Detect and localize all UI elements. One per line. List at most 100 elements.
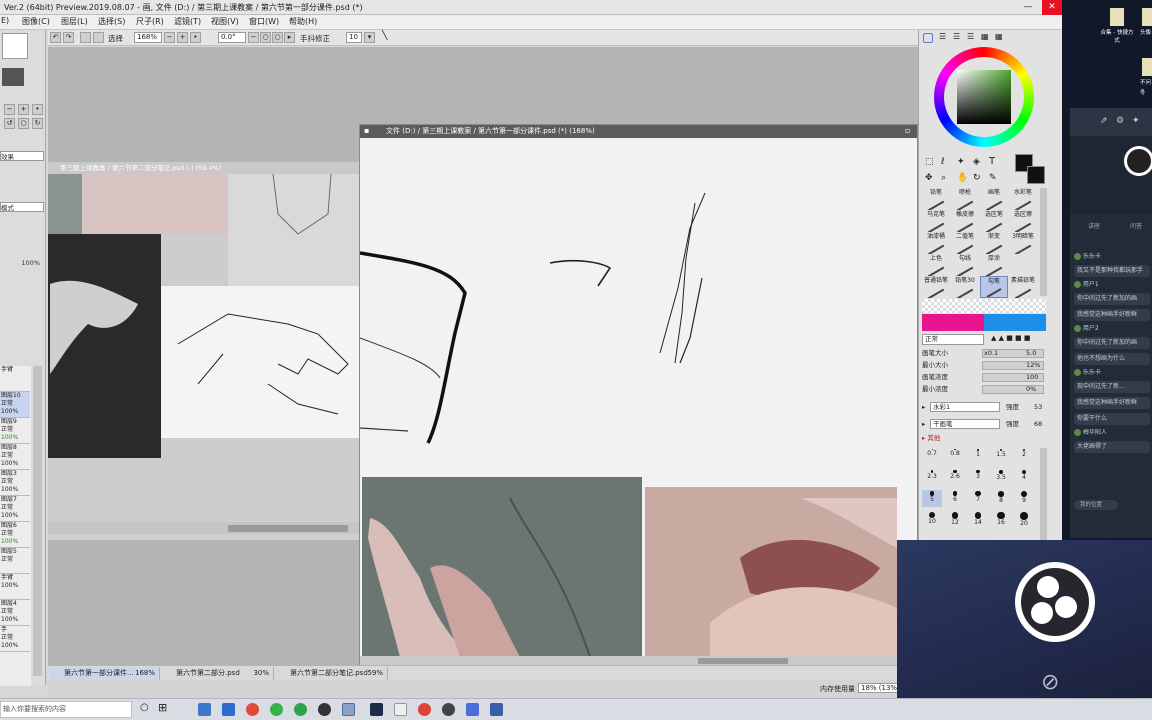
brush-size-cell[interactable]: 3.5 xyxy=(991,469,1011,486)
zoom-down-button[interactable]: − xyxy=(164,32,175,43)
angle-down-button[interactable]: − xyxy=(248,32,259,43)
color-mixer-tab-icon[interactable]: ▦ xyxy=(995,32,1003,41)
rotate-reset-button[interactable]: ○ xyxy=(18,118,29,129)
brush-size-cell[interactable]: 2.6 xyxy=(945,469,965,486)
wand-tool-icon[interactable]: ✦ xyxy=(957,157,965,167)
color-swatch-tab-icon[interactable]: ▦ xyxy=(981,32,989,41)
menu-filter[interactable]: 滤镜(T) xyxy=(174,16,201,27)
color-hsv-tab-icon[interactable]: ☰ xyxy=(967,32,974,41)
selection-tool-icon[interactable]: ⬚ xyxy=(925,157,934,167)
size-grid-scrollbar[interactable] xyxy=(1040,448,1047,540)
navigator-thumbnail[interactable] xyxy=(2,33,28,59)
brush-slot[interactable]: 油漆桶 xyxy=(922,232,950,254)
opacity-value[interactable]: 100% xyxy=(0,258,44,268)
brush-slot[interactable]: 马克笔 xyxy=(922,210,950,232)
music-app-icon[interactable] xyxy=(246,703,259,716)
brush-slot[interactable]: 素描铅笔 xyxy=(1009,276,1037,298)
zoom-reset-button[interactable]: • xyxy=(32,104,43,115)
app-icon[interactable] xyxy=(466,703,479,716)
layer-scrollbar[interactable] xyxy=(33,366,42,676)
brush-slot[interactable]: 铅笔 xyxy=(922,188,950,210)
active-app-icon[interactable] xyxy=(342,703,355,716)
secondary-color-swatch[interactable] xyxy=(1027,166,1045,184)
wechat-icon[interactable] xyxy=(270,703,283,716)
window-minimize-icon[interactable]: ▫ xyxy=(905,126,910,135)
share-icon[interactable]: ⇗ xyxy=(1100,116,1108,126)
window-menu-icon[interactable]: ▪ xyxy=(364,126,369,135)
stabilizer-field[interactable]: 10 xyxy=(346,32,362,43)
taskbar-search-input[interactable]: 输入你要搜索的内容 xyxy=(0,701,132,718)
rotate-tool-icon[interactable]: ↻ xyxy=(973,173,981,183)
layer-item-selected[interactable]: 图层10 正常 100% xyxy=(0,392,30,418)
zoom-out-button[interactable]: − xyxy=(4,104,15,115)
mail-icon[interactable] xyxy=(222,703,235,716)
brush-slot[interactable]: 喷枪 xyxy=(951,188,979,210)
texture-1-dropdown[interactable]: 水彩1 xyxy=(930,402,1000,412)
brush-size-cell[interactable]: 1.5 xyxy=(991,448,1011,465)
photoshop-icon[interactable] xyxy=(370,703,383,716)
color-history-blue[interactable] xyxy=(984,314,1046,331)
mode-dropdown[interactable]: 模式 xyxy=(0,202,44,212)
brush-slot[interactable]: 铅笔30 xyxy=(951,276,979,298)
line-icon[interactable]: ╲ xyxy=(382,31,387,41)
invert-selection-button[interactable] xyxy=(93,32,104,43)
close-button[interactable]: ✕ xyxy=(1042,0,1062,15)
angle-up-button[interactable]: ○ xyxy=(272,32,283,43)
brush-size-cell[interactable]: 0.7 xyxy=(922,448,942,465)
layer-item[interactable]: 图层8 正常 100% xyxy=(0,444,30,470)
brush-grid-scrollbar[interactable] xyxy=(1040,188,1047,296)
brush-size-cell[interactable]: 8 xyxy=(991,490,1011,507)
menu-image[interactable]: 图像(C) xyxy=(22,16,50,27)
brush-shape-icons[interactable]: ▲ ▲ ■ ■ ■ xyxy=(991,334,1031,342)
brush-size-cell[interactable]: 9 xyxy=(1014,490,1034,507)
brush-slot[interactable]: 水彩笔 xyxy=(1009,188,1037,210)
doc-tab[interactable]: 第六节第二部分笔记.psd 59% xyxy=(276,667,388,680)
brush-size-cell[interactable]: 20 xyxy=(1014,511,1034,528)
brush-size-cell[interactable]: 5 xyxy=(922,490,942,507)
file-icon[interactable] xyxy=(1142,58,1152,76)
chat-input[interactable]: 我的位置 xyxy=(1074,500,1118,510)
deselect-button[interactable] xyxy=(80,32,91,43)
brush-size-cell[interactable]: 7 xyxy=(968,490,988,507)
chrome-icon[interactable] xyxy=(418,703,431,716)
lasso-tool-icon[interactable]: ℓ xyxy=(941,157,945,167)
menu-window[interactable]: 窗口(W) xyxy=(249,16,279,27)
color-rgb-tab-icon[interactable]: ☰ xyxy=(953,32,960,41)
zoom-in-button[interactable]: + xyxy=(18,104,29,115)
zoom-field[interactable]: 168% xyxy=(134,32,162,43)
doc-tab-active[interactable]: 第六节第一部分课件... 168% xyxy=(50,667,160,680)
brush-size-cell[interactable]: 16 xyxy=(991,511,1011,528)
obs-taskbar-icon[interactable] xyxy=(442,703,455,716)
brush-size-cell[interactable]: 10 xyxy=(922,511,942,528)
brush-size-cell[interactable]: 12 xyxy=(945,511,965,528)
brush-slot[interactable]: 上色 xyxy=(922,254,950,276)
brush-size-cell[interactable]: 3 xyxy=(968,469,988,486)
file-icon[interactable] xyxy=(1142,8,1152,26)
layer-item[interactable]: 图层5 正常 xyxy=(0,548,30,574)
brush-slot[interactable]: 勾笔 xyxy=(980,276,1008,298)
brush-slot[interactable]: 普通铅笔 xyxy=(922,276,950,298)
brush-size-cell[interactable]: 1 xyxy=(968,448,988,465)
brush-slot[interactable] xyxy=(1009,254,1037,276)
pin-icon[interactable]: ✦ xyxy=(1132,116,1140,126)
color-history-magenta[interactable] xyxy=(922,314,984,331)
other-section[interactable]: ▸ 其他 xyxy=(922,433,1046,444)
navigator-preview[interactable] xyxy=(2,68,24,86)
explorer-icon[interactable] xyxy=(198,703,211,716)
timeline-icon[interactable]: ⊞ xyxy=(158,701,167,714)
chat-tab[interactable]: 讲座 xyxy=(1088,221,1100,230)
hand-tool-icon[interactable]: ✋ xyxy=(957,173,968,183)
chat-app-icon[interactable] xyxy=(294,703,307,716)
rotate-right-button[interactable]: ↻ xyxy=(32,118,43,129)
doc-tab[interactable]: 第六节第二部分.psd 30% xyxy=(162,667,274,680)
brush-slot[interactable]: 橡皮擦 xyxy=(951,210,979,232)
bucket-tool-icon[interactable]: ◈ xyxy=(973,157,980,167)
brush-slot[interactable]: 选区擦 xyxy=(1009,210,1037,232)
layer-item[interactable]: 手 正常 100% xyxy=(0,626,30,652)
file-icon[interactable] xyxy=(1110,8,1124,26)
texture-1-value[interactable]: 53 xyxy=(1034,402,1042,413)
task-view-icon[interactable]: ○ xyxy=(140,702,149,713)
minimize-button[interactable]: — xyxy=(1018,0,1038,15)
undo-button[interactable]: ↶ xyxy=(50,32,61,43)
layer-item[interactable]: 手臂 100% xyxy=(0,574,30,600)
